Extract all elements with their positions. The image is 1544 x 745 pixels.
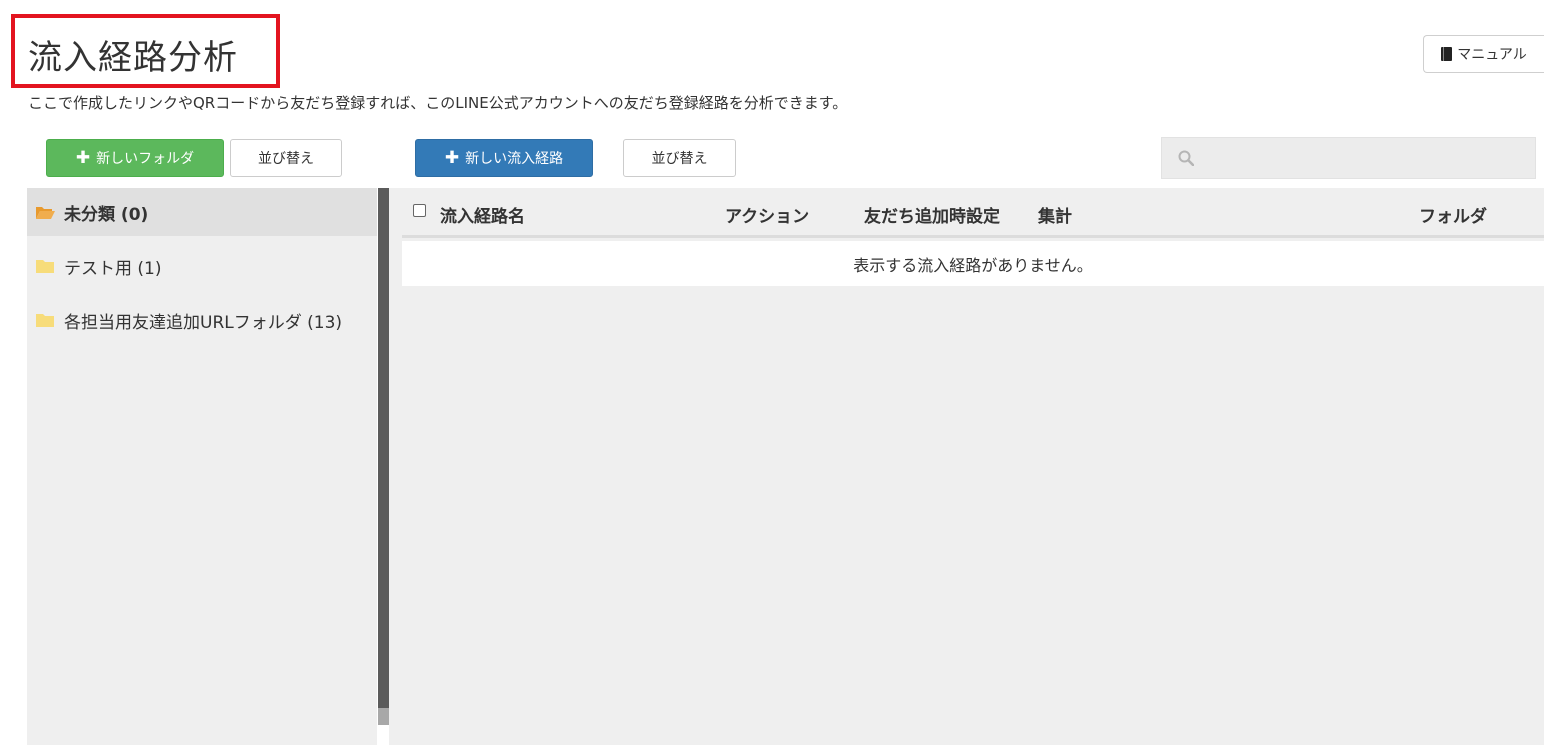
folder-sort-button[interactable]: 並び替え <box>230 139 342 177</box>
new-folder-label: 新しいフォルダ <box>96 151 195 167</box>
empty-message-row: 表示する流入経路がありません。 <box>402 241 1544 286</box>
empty-message: 表示する流入経路がありません。 <box>853 255 1093 275</box>
folder-open-icon <box>36 206 55 219</box>
column-header-action[interactable]: アクション <box>725 202 809 227</box>
folder-label: 未分類 (0) <box>64 204 149 225</box>
folder-item-test[interactable]: テスト用 (1) <box>27 242 377 290</box>
sidebar-splitter[interactable] <box>378 188 389 708</box>
column-header-folder[interactable]: フォルダ <box>1419 202 1487 227</box>
column-header-totals[interactable]: 集計 <box>1038 202 1072 227</box>
page-description: ここで作成したリンクやQRコードから友だち登録すれば、このLINE公式アカウント… <box>28 94 848 112</box>
book-icon <box>1441 47 1453 61</box>
table-header: 流入経路名 アクション 友だち追加時設定 集計 フォルダ <box>402 188 1544 238</box>
folder-icon <box>36 313 54 327</box>
new-route-label: 新しい流入経路 <box>465 151 564 167</box>
page-title: 流入経路分析 <box>28 38 238 78</box>
folder-item-uncategorized[interactable]: 未分類 (0) <box>27 188 377 236</box>
route-sort-button[interactable]: 並び替え <box>623 139 736 177</box>
search-icon <box>1178 150 1194 166</box>
select-all-checkbox[interactable] <box>413 204 426 217</box>
manual-button[interactable]: マニュアル <box>1423 35 1544 73</box>
manual-button-label: マニュアル <box>1457 47 1527 63</box>
folder-label: 各担当用友達追加URLフォルダ (13) <box>64 312 343 333</box>
search-box[interactable] <box>1161 137 1536 179</box>
route-sort-label: 並び替え <box>651 151 708 167</box>
new-route-button[interactable]: ✚ 新しい流入経路 <box>415 139 593 177</box>
column-header-route-name[interactable]: 流入経路名 <box>440 202 525 227</box>
folder-sort-label: 並び替え <box>258 151 314 167</box>
folder-label: テスト用 (1) <box>64 258 162 279</box>
splitter-scroll-end <box>378 708 389 725</box>
folder-item-friend-url[interactable]: 各担当用友達追加URLフォルダ (13) <box>27 296 377 344</box>
route-list-panel: 流入経路名 アクション 友だち追加時設定 集計 フォルダ 表示する流入経路があり… <box>389 188 1544 745</box>
folder-icon <box>36 259 54 273</box>
plus-icon: ✚ <box>75 147 91 168</box>
column-header-friend-add-setting[interactable]: 友だち追加時設定 <box>864 202 1000 227</box>
new-folder-button[interactable]: ✚ 新しいフォルダ <box>46 139 224 177</box>
page: 流入経路分析 ここで作成したリンクやQRコードから友だち登録すれば、このLINE… <box>0 0 1544 745</box>
folder-sidebar: 未分類 (0) テスト用 (1) 各担当用友達追加URLフォルダ (13) <box>27 188 377 745</box>
plus-icon: ✚ <box>444 147 460 168</box>
search-input[interactable] <box>1202 138 1532 178</box>
